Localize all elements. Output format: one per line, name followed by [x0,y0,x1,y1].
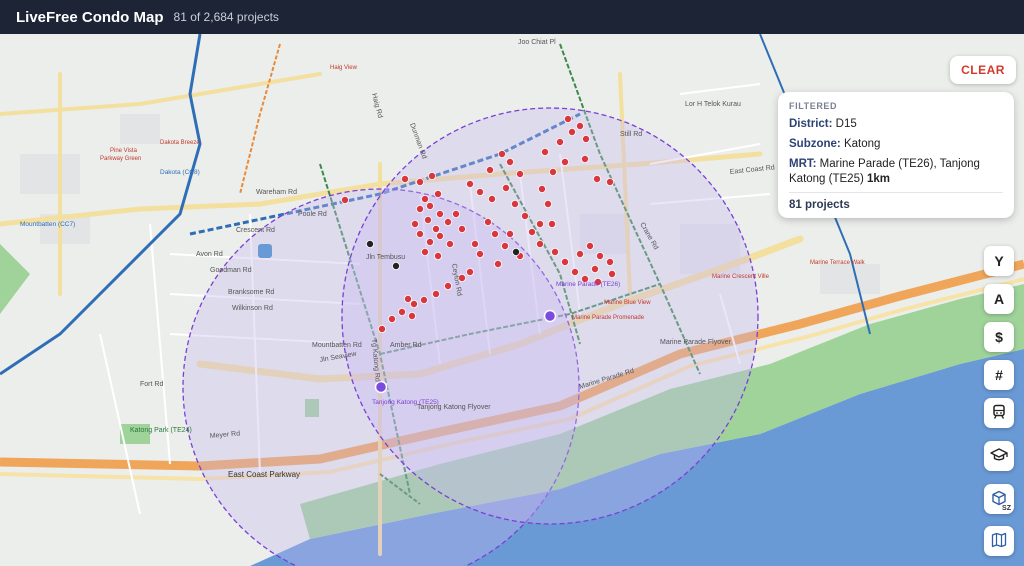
svg-text:Amber Rd: Amber Rd [390,342,422,349]
svg-text:Still Rd: Still Rd [620,131,642,138]
svg-text:Crescent Rd: Crescent Rd [236,227,275,234]
year-filter-button[interactable]: Y [984,246,1014,276]
mrt-filter-button[interactable] [984,398,1014,428]
svg-text:Wareham Rd: Wareham Rd [256,189,297,196]
train-icon [991,404,1007,423]
map-label-ecp: East Coast Parkway [228,470,300,479]
filter-summary-panel: FILTERED District: D15 Subzone: Katong M… [778,92,1014,218]
svg-text:Jln Tembusu: Jln Tembusu [366,254,405,261]
svg-text:Goodman Rd: Goodman Rd [210,267,252,274]
map-layer-button[interactable] [984,526,1014,556]
svg-text:Joo Chiat Pl: Joo Chiat Pl [518,39,556,46]
filter-district-row: District: D15 [789,118,857,130]
station-label-marine-parade: Marine Parade (TE26) [556,281,620,288]
svg-text:Marine Crescent Ville: Marine Crescent Ville [712,274,770,280]
filter-divider [789,192,1003,193]
svg-text:Parkway Green: Parkway Green [100,156,141,162]
mrt-marker-tanjong-katong [374,380,388,394]
filter-total: 81 projects [789,199,850,211]
svg-text:Fort Rd: Fort Rd [140,381,163,388]
svg-text:Mountbatten Rd: Mountbatten Rd [312,342,362,349]
units-filter-button[interactable]: # [984,360,1014,390]
svg-text:Haig View: Haig View [330,65,358,71]
subzone-badge: SZ [1002,505,1011,512]
clear-filter-button[interactable]: CLEAR [950,56,1016,84]
svg-text:Mountbatten (CC7): Mountbatten (CC7) [20,221,75,228]
filter-subzone-row: Subzone: Katong [789,138,881,150]
project-count: 81 of 2,684 projects [173,10,279,24]
price-filter-button[interactable]: $ [984,322,1014,352]
app-title: LiveFree Condo Map [16,8,164,26]
svg-text:Branksome Rd: Branksome Rd [228,289,274,296]
area-filter-button[interactable]: A [984,284,1014,314]
svg-text:Wilkinson Rd: Wilkinson Rd [232,305,273,312]
map-icon [991,532,1007,551]
svg-text:Marine Terrace Walk: Marine Terrace Walk [810,260,866,266]
mrt-marker-marine-parade [543,309,557,323]
svg-text:Lor H Telok Kurau: Lor H Telok Kurau [685,101,741,108]
app-header: LiveFree Condo Map 81 of 2,684 projects [0,0,1024,34]
subzone-filter-button[interactable]: SZ [984,484,1014,514]
svg-text:Avon Rd: Avon Rd [196,251,223,258]
graduation-cap-icon [990,447,1008,466]
svg-text:Poole Rd: Poole Rd [298,211,327,218]
svg-text:Marine Parade Flyover: Marine Parade Flyover [660,339,731,346]
filter-mrt-radius: 1km [867,173,891,185]
svg-text:Marine Blue View: Marine Blue View [604,300,651,306]
filter-mrt-row: MRT: Marine Parade (TE26), Tanjong Katon… [789,158,980,185]
station-label-tanjong-katong: Tanjong Katong (TE25) [372,399,439,406]
svg-text:Dakota (CC8): Dakota (CC8) [160,169,200,176]
svg-text:Marine Parade Promenade: Marine Parade Promenade [572,315,645,321]
filter-heading: FILTERED [789,101,838,111]
svg-text:Katong Park (TE24): Katong Park (TE24) [130,427,192,434]
school-filter-button[interactable] [984,441,1014,471]
svg-text:Pine Vista: Pine Vista [110,148,138,154]
svg-text:Dakota Breeze: Dakota Breeze [160,140,200,146]
